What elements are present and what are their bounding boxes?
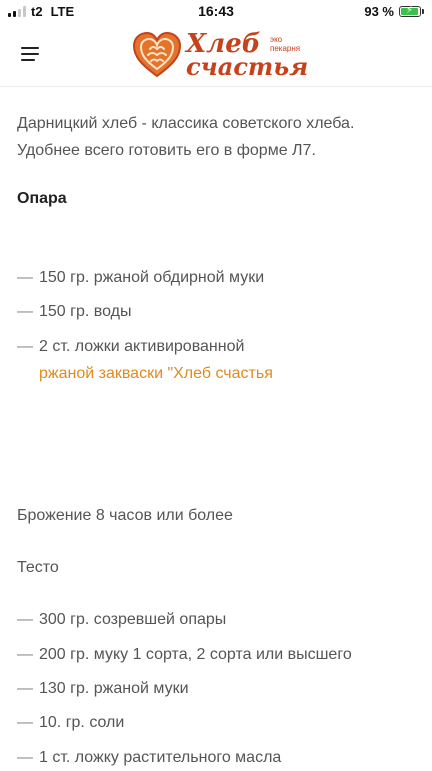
- list-item-text: 10. гр. соли: [39, 714, 125, 731]
- list-item-text: 300 гр. созревшей опары: [39, 611, 227, 628]
- logo-tagline: эко пекарня: [270, 35, 320, 53]
- status-right: 93 % ⚡: [364, 4, 424, 19]
- starter-heading: Опара: [17, 190, 67, 207]
- list-dash: —: [17, 269, 33, 286]
- list-dash: —: [17, 303, 33, 320]
- list-item: — 10. гр. соли: [17, 710, 124, 736]
- battery-cap: [422, 9, 424, 14]
- list-item-text: 2 ст. ложки активированной: [39, 338, 245, 355]
- list-item-text: 150 гр. воды: [39, 303, 132, 320]
- brand-logo[interactable]: Хлеб счастья эко пекарня: [132, 30, 308, 80]
- list-item: — 200 гр. муку 1 сорта, 2 сорта или высше…: [17, 642, 352, 668]
- list-dash: —: [17, 338, 33, 355]
- list-item: — 2 ст. ложки активированной: [17, 334, 244, 360]
- list-dash: —: [17, 680, 33, 697]
- logo-title-line2: счастья: [186, 52, 309, 81]
- logo-tagline-line1: эко: [270, 35, 283, 44]
- list-item-text: 130 гр. ржаной муки: [39, 680, 189, 697]
- logo-wordmark: Хлеб счастья эко пекарня: [186, 31, 308, 79]
- sourdough-link[interactable]: ржаной закваски "Хлеб счастья: [39, 365, 273, 382]
- list-item: — 130 гр. ржаной муки: [17, 676, 189, 702]
- list-dash: —: [17, 646, 33, 663]
- starter-link[interactable]: ржаной закваски "Хлеб счастья: [39, 361, 273, 387]
- heart-bread-logo-icon: [132, 31, 182, 78]
- battery-percent: 93 %: [364, 4, 394, 19]
- list-item: — 150 гр. воды: [17, 299, 131, 325]
- list-item: — 150 гр. ржаной обдирной муки: [17, 265, 264, 291]
- list-item: — 1 ст. ложку растительного масла: [17, 745, 281, 771]
- dough-heading: Тесто: [17, 559, 59, 576]
- hamburger-menu-icon[interactable]: [14, 38, 46, 70]
- fermentation-note: Брожение 8 часов или более: [17, 507, 233, 524]
- list-item-text: 1 ст. ложку растительного масла: [39, 749, 282, 766]
- list-dash: —: [17, 714, 33, 731]
- list-dash: —: [17, 611, 33, 628]
- article-intro: Дарницкий хлеб - классика советского хле…: [17, 115, 355, 159]
- list-item: — 300 гр. созревшей опары: [17, 607, 226, 633]
- list-item-text: 150 гр. ржаной обдирной муки: [39, 269, 265, 286]
- status-bar: t2 LTE 16:43 93 % ⚡: [0, 0, 432, 22]
- site-header: Хлеб счастья эко пекарня: [0, 22, 432, 87]
- logo-tagline-line2: пекарня: [270, 44, 301, 53]
- battery-icon: ⚡: [399, 5, 421, 17]
- list-item-text: 200 гр. муку 1 сорта, 2 сорта или высшег…: [39, 646, 352, 663]
- list-dash: —: [17, 749, 33, 766]
